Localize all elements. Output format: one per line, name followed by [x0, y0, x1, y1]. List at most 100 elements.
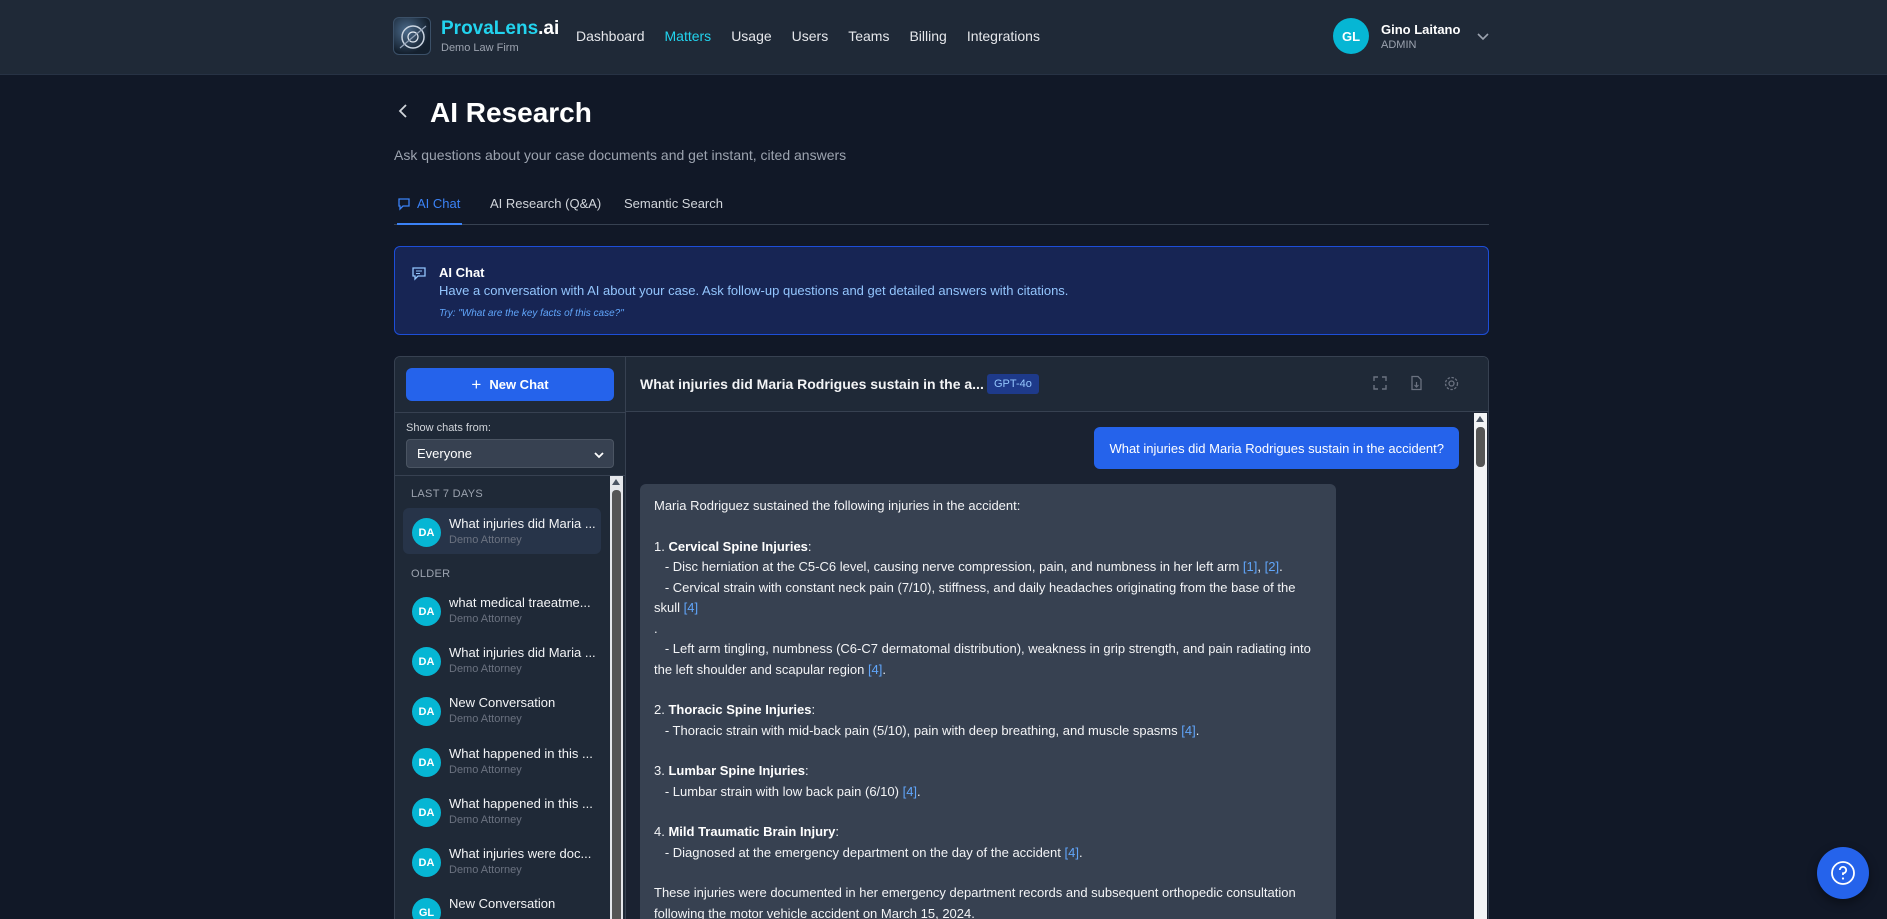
avatar: DA	[412, 848, 441, 877]
gear-icon[interactable]	[1443, 375, 1460, 392]
main-nav: Dashboard Matters Usage Users Teams Bill…	[576, 28, 1060, 44]
conversation-title: what medical traeatme...	[449, 595, 591, 610]
avatar: DA	[412, 748, 441, 777]
assistant-message: Maria Rodriguez sustained the following …	[640, 484, 1336, 919]
avatar: DA	[412, 647, 441, 676]
conversation-author: Demo Attorney	[449, 663, 522, 675]
citation-link[interactable]: [4]	[684, 600, 698, 615]
citation-link[interactable]: [2]	[1265, 559, 1279, 574]
tab-ai-chat-label: AI Chat	[417, 196, 461, 211]
group-label-older: OLDER	[411, 568, 451, 580]
list-item[interactable]: DA what medical traeatme... Demo Attorne…	[403, 587, 601, 633]
chat-owner-filter-select[interactable]: Everyone	[406, 439, 614, 468]
list-item[interactable]: DA What injuries did Maria ... Demo Atto…	[403, 637, 601, 683]
list-item[interactable]: DA What injuries did Maria ... Demo Atto…	[403, 508, 601, 554]
research-tabs: AI Chat AI Research (Q&A) Semantic Searc…	[394, 196, 1489, 225]
section-heading: Mild Traumatic Brain Injury	[668, 824, 836, 839]
citation-link[interactable]: [4]	[868, 662, 882, 677]
avatar: DA	[412, 518, 441, 547]
banner-example-prompt[interactable]: Try: "What are the key facts of this cas…	[439, 308, 624, 319]
scrollbar-thumb[interactable]	[1476, 427, 1485, 467]
list-item[interactable]: DA What injuries were doc... Demo Attorn…	[403, 838, 601, 884]
expand-icon[interactable]	[1372, 375, 1388, 391]
sidebar-scrollbar[interactable]	[610, 476, 623, 919]
scrollbar-thumb[interactable]	[612, 490, 621, 919]
conversation-list: LAST 7 DAYS DA What injuries did Maria .…	[395, 476, 609, 919]
scroll-up-arrow-icon[interactable]	[612, 479, 620, 485]
filter-value: Everyone	[417, 446, 472, 461]
conversation-author: Demo Attorney	[449, 613, 522, 625]
conversation-title: New Conversation	[449, 896, 556, 911]
avatar: DA	[412, 597, 441, 626]
nav-teams[interactable]: Teams	[848, 28, 889, 44]
chat-bubble-icon	[398, 198, 410, 211]
tab-ai-chat[interactable]: AI Chat	[397, 196, 463, 225]
nav-usage[interactable]: Usage	[731, 28, 771, 44]
message-list: What injuries did Maria Rodrigues sustai…	[626, 413, 1474, 919]
nav-billing[interactable]: Billing	[909, 28, 946, 44]
new-chat-button[interactable]: + New Chat	[406, 368, 614, 401]
conversation-author: Demo Attorney	[449, 764, 522, 776]
list-item[interactable]: GL New Conversation	[403, 888, 601, 919]
help-button[interactable]	[1817, 847, 1869, 899]
conversation-author: Demo Attorney	[449, 713, 522, 725]
banner-description: Have a conversation with AI about your c…	[439, 283, 1069, 298]
list-item[interactable]: DA New Conversation Demo Attorney	[403, 687, 601, 733]
brand[interactable]: ProvaLens.ai Demo Law Firm	[393, 17, 559, 55]
citation-link[interactable]: [4]	[903, 784, 917, 799]
user-name: Gino Laitano	[1381, 21, 1461, 37]
nav-users[interactable]: Users	[792, 28, 829, 44]
user-role: ADMIN	[1381, 38, 1417, 51]
chat-sidebar: + New Chat Show chats from: Everyone LAS…	[395, 357, 626, 919]
answer-intro: Maria Rodriguez sustained the following …	[654, 498, 1021, 513]
chevron-down-icon[interactable]	[1476, 29, 1490, 43]
chevron-down-icon	[594, 452, 604, 459]
back-arrow-icon[interactable]	[395, 102, 413, 120]
conversation-title: What happened in this ...	[449, 796, 593, 811]
chat-header: What injuries did Maria Rodrigues sustai…	[626, 357, 1488, 412]
avatar: GL	[412, 898, 441, 919]
scroll-up-arrow-icon[interactable]	[1476, 416, 1484, 422]
list-item[interactable]: DA What happened in this ... Demo Attorn…	[403, 738, 601, 784]
conversation-title: What injuries did Maria ...	[449, 645, 596, 660]
chat-panel: + New Chat Show chats from: Everyone LAS…	[394, 356, 1489, 919]
conversation-author: Demo Attorney	[449, 814, 522, 826]
chat-scrollbar[interactable]	[1474, 413, 1487, 919]
conversation-author: Demo Attorney	[449, 864, 522, 876]
avatar: DA	[412, 798, 441, 827]
list-item[interactable]: DA What happened in this ... Demo Attorn…	[403, 788, 601, 834]
nav-matters[interactable]: Matters	[665, 28, 712, 44]
ai-chat-info-banner: AI Chat Have a conversation with AI abou…	[394, 246, 1489, 335]
section-heading: Lumbar Spine Injuries	[668, 763, 805, 778]
answer-summary: These injuries were documented in her em…	[654, 885, 1296, 919]
citation-link[interactable]: [4]	[1181, 723, 1195, 738]
section-heading: Cervical Spine Injuries	[668, 538, 808, 554]
section-heading: Thoracic Spine Injuries	[668, 702, 812, 717]
new-chat-label: New Chat	[489, 377, 549, 392]
avatar: DA	[412, 697, 441, 726]
conversation-title: What injuries were doc...	[449, 846, 592, 861]
divider	[395, 412, 626, 413]
firm-name: Demo Law Firm	[441, 42, 519, 54]
brand-name: ProvaLens.ai	[441, 18, 560, 39]
conversation-author: Demo Attorney	[449, 534, 522, 546]
conversation-title: New Conversation	[449, 695, 556, 710]
citation-link[interactable]: [1]	[1243, 559, 1257, 574]
chat-main: What injuries did Maria Rodrigues sustai…	[626, 357, 1488, 919]
filter-label: Show chats from:	[406, 422, 491, 434]
citation-link[interactable]: [4]	[1065, 845, 1079, 860]
question-circle-icon	[1831, 861, 1855, 885]
banner-title: AI Chat	[439, 265, 485, 280]
export-document-icon[interactable]	[1408, 375, 1424, 391]
tab-semantic-search[interactable]: Semantic Search	[624, 196, 723, 225]
plus-icon: +	[471, 374, 482, 394]
brand-logo-icon	[393, 17, 431, 55]
nav-dashboard[interactable]: Dashboard	[576, 28, 645, 44]
chat-title: What injuries did Maria Rodrigues sustai…	[640, 376, 984, 392]
tab-ai-research-qa[interactable]: AI Research (Q&A)	[490, 196, 601, 225]
nav-integrations[interactable]: Integrations	[967, 28, 1040, 44]
group-label-last-7-days: LAST 7 DAYS	[411, 488, 483, 500]
page-title: AI Research	[430, 97, 592, 128]
user-menu[interactable]: GL Gino Laitano ADMIN	[1333, 18, 1490, 54]
user-avatar: GL	[1333, 18, 1369, 54]
